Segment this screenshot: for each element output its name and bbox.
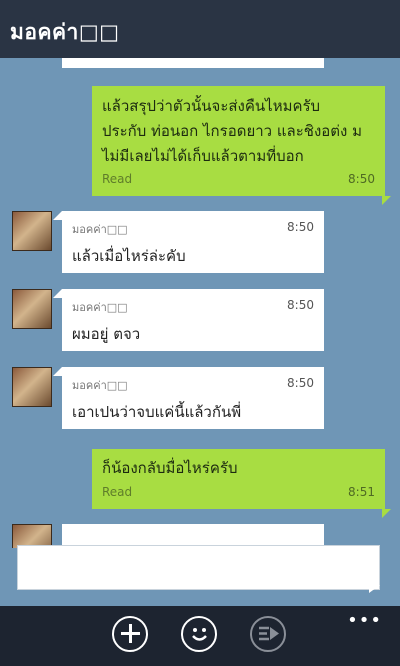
message-bubble-outgoing[interactable]: ก็น้องกลับมื่อไหร่ครับ Read 8:51: [92, 449, 385, 509]
more-options-button[interactable]: •••: [347, 610, 382, 631]
read-status: Read: [102, 485, 133, 499]
contact-avatar[interactable]: [12, 367, 52, 407]
message-time: 8:50: [287, 298, 314, 312]
message-bubble-outgoing[interactable]: แล้วสรุปว่าตัวนั้นจะส่งคืนไหมครับ ประกับ…: [92, 86, 385, 196]
contact-avatar[interactable]: [12, 211, 52, 251]
sender-name: มอคค่า□□: [72, 301, 128, 314]
contact-avatar[interactable]: [12, 289, 52, 329]
message-bubble-incoming[interactable]: มอคค่า□□ 8:50 ผมอยู่ ตจว: [62, 289, 324, 351]
read-status: Read: [102, 172, 133, 186]
input-tail: [369, 585, 380, 593]
message-text: ก็น้องกลับมื่อไหร่ครับ: [102, 459, 238, 477]
emoticon-button[interactable]: [181, 616, 217, 652]
send-icon: [258, 626, 279, 641]
bubble-tail: [382, 509, 391, 518]
smiley-icon: [191, 628, 207, 641]
app-bar: •••: [0, 606, 400, 666]
message-bubble-incoming[interactable]: มอคค่า□□ 8:50 แล้วเมื่อไหร่ล่ะคับ: [62, 211, 324, 273]
message-time: 8:50: [287, 376, 314, 390]
bubble-tail: [382, 196, 391, 205]
contact-name: มอคค่า□□: [10, 20, 120, 44]
message-list[interactable]: แล้วสรุปว่าตัวนั้นจะส่งคืนไหมครับ ประกับ…: [0, 58, 400, 548]
message-input[interactable]: [17, 545, 380, 590]
message-time: 8:50: [348, 172, 375, 186]
message-bubble-partial: [62, 58, 324, 68]
message-text: แล้วเมื่อไหร่ล่ะคับ: [72, 247, 186, 265]
plus-icon: [120, 624, 140, 643]
message-text: ผมอยู่ ตจว: [72, 325, 141, 343]
bubble-tail: [53, 367, 62, 376]
sender-name: มอคค่า□□: [72, 223, 128, 236]
sender-name: มอคค่า□□: [72, 379, 128, 392]
bubble-tail: [53, 211, 62, 220]
message-time: 8:50: [287, 220, 314, 234]
message-bubble-incoming[interactable]: มอคค่า□□ 8:50 เอาเปนว่าจบแค่นี้แล้วกันพี…: [62, 367, 324, 429]
message-time: 8:51: [348, 485, 375, 499]
message-text: เอาเปนว่าจบแค่นี้แล้วกันพี่: [72, 403, 242, 421]
chat-header: มอคค่า□□: [0, 0, 400, 58]
message-text: แล้วสรุปว่าตัวนั้นจะส่งคืนไหมครับ ประกับ…: [102, 97, 363, 165]
send-button[interactable]: [250, 616, 286, 652]
add-attachment-button[interactable]: [112, 616, 148, 652]
bubble-tail: [53, 289, 62, 298]
